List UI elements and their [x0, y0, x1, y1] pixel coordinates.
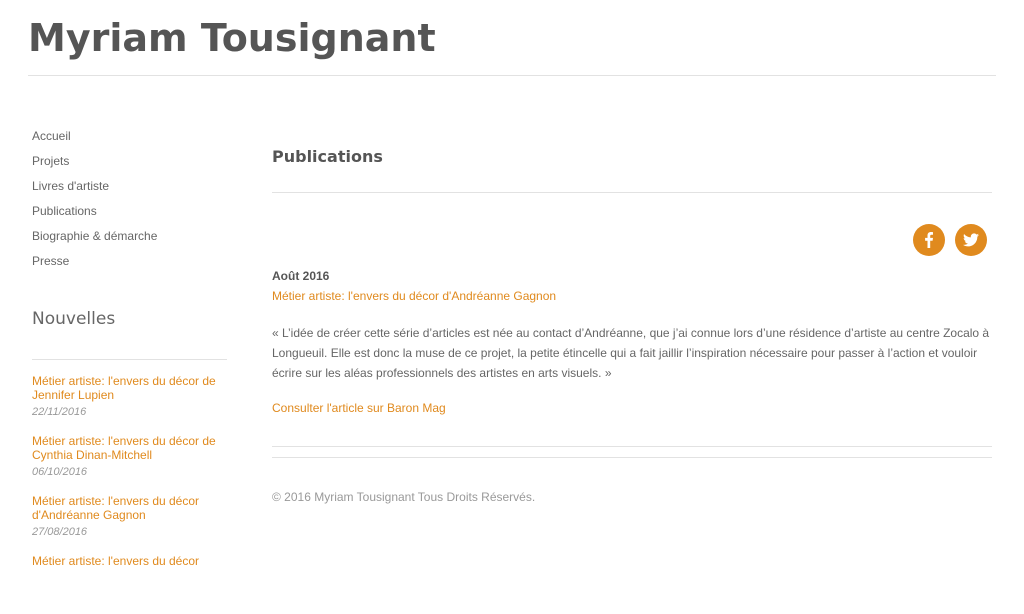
- news-item: Métier artiste: l'envers du décor: [32, 554, 227, 614]
- news-heading: Nouvelles: [32, 309, 116, 329]
- main-content: Publications Août 2016 Métier artiste: l…: [272, 140, 992, 415]
- page-title: Publications: [272, 147, 383, 166]
- publication-title-link[interactable]: Métier artiste: l'envers du décor d'Andr…: [272, 289, 556, 303]
- nav-item-projets[interactable]: Projets: [32, 149, 227, 174]
- facebook-icon: [924, 231, 933, 248]
- nav-item-publications[interactable]: Publications: [32, 199, 227, 224]
- nav-item-presse[interactable]: Presse: [32, 249, 227, 274]
- news-list: Métier artiste: l'envers du décor de Jen…: [32, 374, 227, 614]
- nav-item-livres-dartiste[interactable]: Livres d'artiste: [32, 174, 227, 199]
- site-title[interactable]: Myriam Tousignant: [28, 16, 436, 60]
- facebook-share-button[interactable]: [912, 224, 945, 256]
- publication-date: Août 2016: [272, 269, 330, 283]
- news-item-title[interactable]: Métier artiste: l'envers du décor: [32, 554, 227, 568]
- news-divider: [32, 359, 227, 360]
- twitter-share-button[interactable]: [955, 224, 987, 256]
- news-item-title[interactable]: Métier artiste: l'envers du décor de Cyn…: [32, 434, 227, 462]
- news-item-date: 27/08/2016: [32, 526, 88, 538]
- publication-entry: Août 2016 Métier artiste: l'envers du dé…: [272, 267, 992, 415]
- news-item-date: 06/10/2016: [32, 466, 88, 478]
- news-item-title[interactable]: Métier artiste: l'envers du décor de Jen…: [32, 374, 227, 402]
- sidebar-nav: Accueil Projets Livres d'artiste Publica…: [32, 124, 227, 274]
- social-share: [907, 224, 987, 256]
- news-item: Métier artiste: l'envers du décor de Jen…: [32, 374, 227, 434]
- copyright-text: © 2016 Myriam Tousignant Tous Droits Rés…: [272, 490, 536, 504]
- footer-rule-top: [272, 446, 992, 447]
- nav-item-accueil[interactable]: Accueil: [32, 124, 227, 149]
- publication-quote: « L’idée de créer cette série d’articles…: [272, 326, 990, 380]
- consult-article-link[interactable]: Consulter l'article sur Baron Mag: [272, 401, 992, 415]
- news-item-title[interactable]: Métier artiste: l'envers du décor d'Andr…: [32, 494, 227, 522]
- footer-rule-bottom: [272, 457, 992, 458]
- news-item: Métier artiste: l'envers du décor de Cyn…: [32, 434, 227, 494]
- twitter-icon: [963, 233, 979, 247]
- news-item-date: 22/11/2016: [32, 406, 87, 418]
- news-item: Métier artiste: l'envers du décor d'Andr…: [32, 494, 227, 554]
- nav-item-biographie[interactable]: Biographie & démarche: [32, 224, 227, 249]
- header-divider: [28, 75, 996, 76]
- footer-divider: [272, 446, 992, 458]
- heading-divider: [272, 192, 992, 193]
